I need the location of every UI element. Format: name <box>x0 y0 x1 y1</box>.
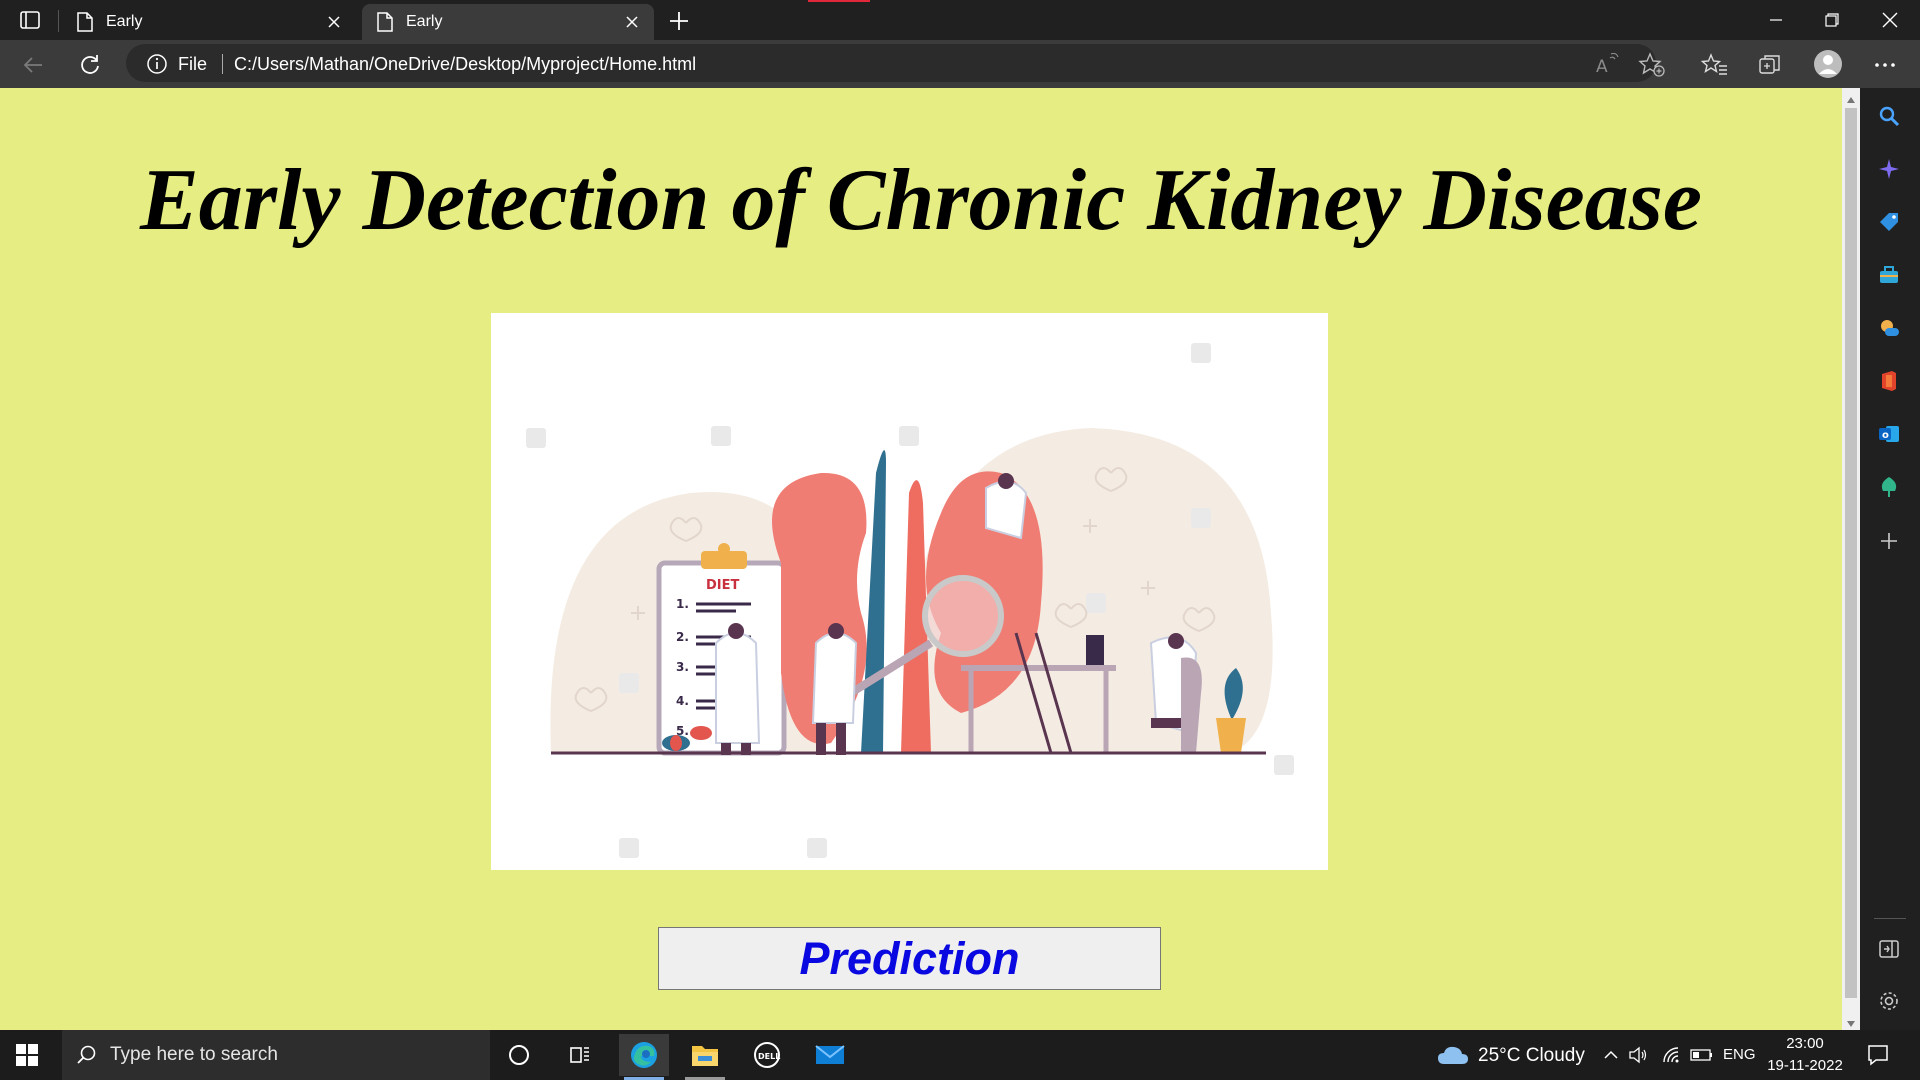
cortana-icon[interactable] <box>494 1034 544 1076</box>
svg-text:o: o <box>1882 430 1889 441</box>
info-icon[interactable] <box>146 53 168 75</box>
notifications-icon[interactable] <box>1866 1043 1890 1067</box>
weather-text[interactable]: 25°C Cloudy <box>1478 1045 1585 1067</box>
chevron-up-icon[interactable] <box>1603 1047 1619 1063</box>
file-explorer-icon[interactable] <box>680 1034 730 1076</box>
tab-title: Early <box>106 13 143 30</box>
list-number: 4. <box>676 694 689 708</box>
volume-icon[interactable] <box>1628 1046 1648 1064</box>
tab-actions-icon[interactable] <box>18 8 42 32</box>
prediction-button[interactable]: Prediction <box>658 927 1161 990</box>
browser-titlebar: Early Early <box>0 0 1920 40</box>
settings-icon[interactable] <box>1874 986 1904 1016</box>
search-icon <box>76 1044 98 1066</box>
sidebar-divider <box>1874 918 1906 919</box>
outlook-icon[interactable]: o <box>1874 419 1904 449</box>
tree-icon[interactable] <box>1874 472 1904 502</box>
more-options-icon[interactable] <box>1872 52 1898 78</box>
windows-taskbar: Type here to search DELL 25°C Cloudy ENG… <box>0 1030 1920 1080</box>
task-view-icon[interactable] <box>555 1034 605 1076</box>
games-icon[interactable] <box>1874 313 1904 343</box>
new-tab-icon[interactable] <box>666 8 692 34</box>
address-separator <box>222 54 223 74</box>
scroll-down-icon[interactable] <box>1846 1016 1856 1027</box>
close-tab-icon[interactable] <box>324 12 344 32</box>
edge-browser-icon[interactable] <box>619 1034 669 1076</box>
taskbar-search-box[interactable]: Type here to search <box>62 1030 490 1080</box>
split-screen-icon[interactable] <box>1874 934 1904 964</box>
browser-sidebar: o <box>1860 88 1920 1030</box>
address-scheme-label: File <box>178 54 208 74</box>
weather-icon[interactable] <box>1436 1042 1470 1068</box>
add-icon[interactable] <box>1874 526 1904 556</box>
page-icon <box>377 12 393 32</box>
favorites-icon[interactable] <box>1700 52 1729 78</box>
address-bar[interactable]: File C:/Users/Mathan/OneDrive/Desktop/My… <box>126 44 1656 82</box>
kidney-illustration: DIET 1. 2. 3. 4. 5. <box>491 313 1328 870</box>
minimize-icon[interactable] <box>1748 0 1804 40</box>
clipboard-heading: DIET <box>706 578 740 593</box>
tab-divider <box>58 10 59 32</box>
svg-text:DELL: DELL <box>758 1052 780 1061</box>
address-url[interactable]: C:/Users/Mathan/OneDrive/Desktop/Myproje… <box>234 54 696 75</box>
tab-title: Early <box>406 13 443 30</box>
windows-start-icon[interactable] <box>16 1044 38 1066</box>
wifi-icon[interactable] <box>1662 1046 1682 1064</box>
mail-icon[interactable] <box>805 1034 855 1076</box>
browser-tab-2[interactable]: Early <box>362 4 654 40</box>
tag-icon[interactable] <box>1874 207 1904 237</box>
close-tab-icon[interactable] <box>622 12 642 32</box>
restore-icon[interactable] <box>1804 0 1860 40</box>
search-icon[interactable] <box>1874 101 1904 131</box>
language-indicator[interactable]: ENG <box>1723 1046 1756 1063</box>
scroll-up-icon[interactable] <box>1846 92 1856 103</box>
clock-time[interactable]: 23:00 <box>1760 1035 1850 1052</box>
list-number: 1. <box>676 597 689 611</box>
close-window-icon[interactable] <box>1862 0 1918 40</box>
profile-avatar-icon[interactable] <box>1813 49 1843 79</box>
list-number: 2. <box>676 630 689 644</box>
page-content: Early Detection of Chronic Kidney Diseas… <box>0 88 1842 1030</box>
battery-icon[interactable] <box>1690 1048 1714 1062</box>
clock-date[interactable]: 19-11-2022 <box>1760 1057 1850 1074</box>
refresh-icon[interactable] <box>77 52 103 78</box>
page-title: Early Detection of Chronic Kidney Diseas… <box>140 152 1702 249</box>
office-icon[interactable] <box>1874 366 1904 396</box>
browser-toolbar: File C:/Users/Mathan/OneDrive/Desktop/My… <box>0 40 1920 88</box>
page-icon <box>77 12 93 32</box>
recording-indicator <box>808 0 870 2</box>
read-aloud-icon[interactable]: A <box>1594 52 1620 77</box>
scroll-thumb[interactable] <box>1845 108 1857 998</box>
browser-tab-1[interactable]: Early <box>62 4 356 40</box>
search-placeholder: Type here to search <box>110 1044 278 1065</box>
back-icon[interactable] <box>20 52 46 78</box>
dell-icon[interactable]: DELL <box>742 1034 792 1076</box>
add-favorite-icon[interactable] <box>1638 52 1666 78</box>
list-number: 3. <box>676 660 689 674</box>
svg-text:A: A <box>1596 57 1608 77</box>
toolbox-icon[interactable] <box>1874 260 1904 290</box>
sparkle-icon[interactable] <box>1874 154 1904 184</box>
page-scrollbar[interactable] <box>1842 88 1860 1030</box>
collections-icon[interactable] <box>1757 52 1783 78</box>
